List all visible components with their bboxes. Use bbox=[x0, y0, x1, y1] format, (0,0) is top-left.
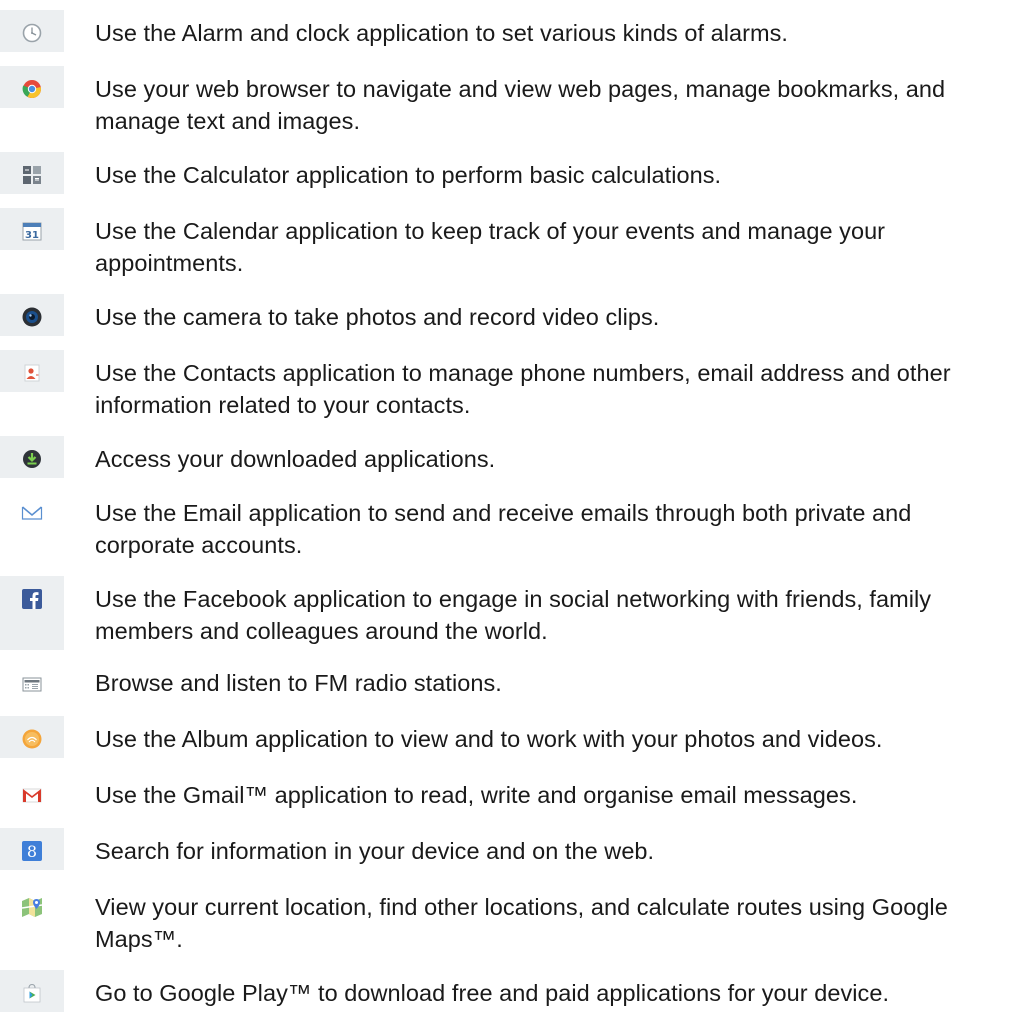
list-item: Access your downloaded applications. bbox=[0, 436, 1018, 478]
album-icon bbox=[21, 728, 43, 750]
list-item: Use your web browser to navigate and vie… bbox=[0, 66, 1018, 140]
list-item: Use the Gmail™ application to read, writ… bbox=[0, 772, 1018, 814]
svg-text:8: 8 bbox=[27, 842, 37, 861]
list-item: Browse and listen to FM radio stations. bbox=[0, 660, 1018, 702]
gmail-icon bbox=[21, 784, 43, 806]
item-description: Search for information in your device an… bbox=[95, 838, 655, 864]
icon-cell bbox=[0, 970, 64, 1012]
list-item: Use the Calculator application to perfor… bbox=[0, 152, 1018, 194]
item-description: Use the Email application to send and re… bbox=[95, 500, 912, 558]
list-item: Use the Album application to view and to… bbox=[0, 716, 1018, 758]
icon-cell bbox=[0, 152, 64, 194]
facebook-icon bbox=[21, 588, 43, 610]
list-item: Use the Alarm and clock application to s… bbox=[0, 10, 1018, 52]
icon-cell bbox=[0, 660, 64, 702]
item-description: Access your downloaded applications. bbox=[95, 446, 496, 472]
list-item: Use the Email application to send and re… bbox=[0, 490, 1018, 564]
icon-cell bbox=[0, 436, 64, 478]
list-item: Use the camera to take photos and record… bbox=[0, 294, 1018, 336]
list-item: Go to Google Play™ to download free and … bbox=[0, 970, 1018, 1012]
google-play-icon bbox=[21, 982, 43, 1004]
list-item: 31 Use the Calendar application to keep … bbox=[0, 208, 1018, 282]
calculator-icon bbox=[21, 164, 43, 186]
icon-cell bbox=[0, 576, 64, 650]
item-description: Use your web browser to navigate and vie… bbox=[95, 76, 946, 134]
icon-cell: 8 bbox=[0, 828, 64, 870]
list-item: Use the Facebook application to engage i… bbox=[0, 576, 1018, 650]
fm-radio-icon bbox=[21, 672, 43, 694]
contacts-icon bbox=[21, 362, 43, 384]
item-description: View your current location, find other l… bbox=[95, 894, 948, 952]
item-description: Use the Calculator application to perfor… bbox=[95, 162, 722, 188]
item-description: Use the Album application to view and to… bbox=[95, 726, 883, 752]
icon-cell bbox=[0, 772, 64, 814]
download-icon bbox=[21, 448, 43, 470]
email-envelope-icon bbox=[21, 502, 43, 524]
google-maps-icon bbox=[21, 896, 43, 918]
icon-cell bbox=[0, 716, 64, 758]
google-search-icon: 8 bbox=[21, 840, 43, 862]
icon-cell: 31 bbox=[0, 208, 64, 250]
icon-cell bbox=[0, 350, 64, 392]
item-description: Use the camera to take photos and record… bbox=[95, 304, 660, 330]
item-description: Use the Gmail™ application to read, writ… bbox=[95, 782, 858, 808]
icon-cell bbox=[0, 884, 64, 926]
icon-cell bbox=[0, 10, 64, 52]
icon-cell bbox=[0, 490, 64, 532]
item-description: Browse and listen to FM radio stations. bbox=[95, 670, 502, 696]
calendar-icon: 31 bbox=[21, 220, 43, 242]
list-item: Use the Contacts application to manage p… bbox=[0, 350, 1018, 424]
item-description: Use the Calendar application to keep tra… bbox=[95, 218, 886, 276]
item-description: Go to Google Play™ to download free and … bbox=[95, 980, 890, 1006]
alarm-clock-icon bbox=[21, 22, 43, 44]
camera-icon bbox=[21, 306, 43, 328]
svg-text:31: 31 bbox=[25, 230, 39, 241]
icon-cell bbox=[0, 66, 64, 108]
item-description: Use the Facebook application to engage i… bbox=[95, 586, 932, 644]
item-description: Use the Alarm and clock application to s… bbox=[95, 20, 789, 46]
item-description: Use the Contacts application to manage p… bbox=[95, 360, 951, 418]
list-item: 8 Search for information in your device … bbox=[0, 828, 1018, 870]
chrome-browser-icon bbox=[21, 78, 43, 100]
list-item: View your current location, find other l… bbox=[0, 884, 1018, 958]
icon-cell bbox=[0, 294, 64, 336]
